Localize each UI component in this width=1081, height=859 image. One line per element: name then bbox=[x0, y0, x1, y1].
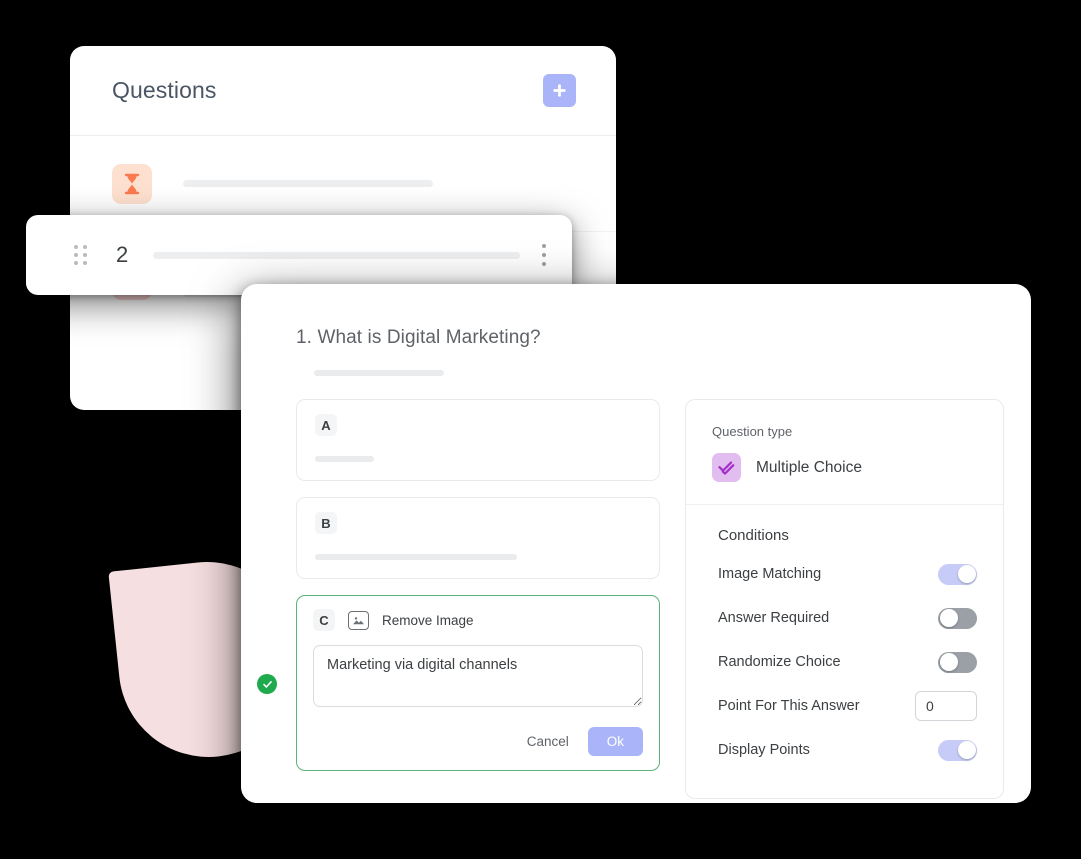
question-subtitle-placeholder bbox=[314, 370, 444, 376]
choice-letter: B bbox=[315, 512, 337, 534]
placeholder-bar bbox=[153, 251, 520, 259]
page-title: Questions bbox=[112, 77, 217, 103]
condition-label: Image Matching bbox=[718, 566, 822, 582]
condition-row-image-matching: Image Matching bbox=[718, 552, 977, 596]
condition-label: Answer Required bbox=[718, 610, 830, 626]
remove-image-label[interactable]: Remove Image bbox=[382, 613, 474, 628]
plus-icon bbox=[553, 84, 566, 97]
hourglass-icon bbox=[112, 163, 152, 204]
question-type-label: Question type bbox=[712, 424, 793, 439]
conditions-title: Conditions bbox=[718, 527, 789, 544]
condition-row-answer-required: Answer Required bbox=[718, 596, 977, 640]
question-drag-strip[interactable]: 2 bbox=[26, 215, 572, 295]
question-row-placeholder-lines bbox=[183, 180, 574, 187]
question-heading: 1. What is Digital Marketing? bbox=[296, 327, 1003, 349]
conditions-section: Conditions Image Matching Answer Require… bbox=[686, 505, 1003, 798]
ok-button[interactable]: Ok bbox=[587, 727, 643, 756]
randomize-choice-toggle[interactable] bbox=[938, 651, 977, 673]
choice-option-a[interactable]: A bbox=[296, 399, 660, 481]
question-number: 1. bbox=[296, 327, 313, 348]
cancel-button[interactable]: Cancel bbox=[524, 729, 572, 754]
add-question-button[interactable] bbox=[543, 74, 576, 107]
choice-placeholder-bar bbox=[315, 554, 518, 560]
condition-row-point-for-this-answer: Point For This Answer bbox=[718, 684, 977, 728]
question-type-section: Question type Multiple Choice bbox=[686, 400, 1003, 505]
choice-letter: C bbox=[313, 609, 335, 631]
question-type-value: Multiple Choice bbox=[756, 458, 862, 476]
strip-placeholder-line bbox=[153, 251, 520, 259]
choice-option-c-editing: C Remove Image Cancel Ok bbox=[257, 595, 660, 771]
question-editor-dialog: 1. What is Digital Marketing? A B C Remo… bbox=[241, 284, 1031, 803]
display-points-toggle[interactable] bbox=[938, 739, 977, 761]
question-text: What is Digital Marketing? bbox=[317, 327, 541, 348]
choice-letter: A bbox=[315, 414, 337, 436]
condition-row-randomize-choice: Randomize Choice bbox=[718, 640, 977, 684]
question-settings-panel: Question type Multiple Choice Conditions… bbox=[685, 399, 1004, 799]
kebab-menu-icon[interactable] bbox=[542, 244, 546, 266]
answer-text-input[interactable] bbox=[313, 645, 643, 707]
correct-answer-badge bbox=[257, 674, 277, 694]
placeholder-bar bbox=[183, 180, 434, 187]
condition-label: Point For This Answer bbox=[718, 698, 860, 714]
question-type-selector[interactable]: Multiple Choice bbox=[712, 453, 977, 482]
questions-card-header: Questions bbox=[70, 46, 616, 136]
condition-label: Display Points bbox=[718, 742, 810, 758]
settings-column: Question type Multiple Choice Conditions… bbox=[685, 399, 1004, 799]
condition-row-display-points: Display Points bbox=[718, 728, 977, 772]
choice-placeholder-bar bbox=[315, 456, 374, 462]
image-icon[interactable] bbox=[348, 610, 369, 630]
choices-column: A B C Remove Image Marketing via digital… bbox=[257, 399, 660, 799]
drag-handle-icon[interactable] bbox=[74, 245, 88, 265]
points-input[interactable] bbox=[915, 691, 977, 721]
answer-required-toggle[interactable] bbox=[938, 607, 977, 629]
check-circle-icon bbox=[262, 680, 272, 688]
double-check-icon bbox=[712, 453, 741, 482]
screen-root: Questions 2 1. What is Digital Marketing… bbox=[0, 0, 1081, 859]
image-matching-toggle[interactable] bbox=[938, 563, 977, 585]
choice-option-b[interactable]: B bbox=[296, 497, 660, 579]
question-index: 2 bbox=[116, 242, 129, 267]
condition-label: Randomize Choice bbox=[718, 654, 841, 670]
